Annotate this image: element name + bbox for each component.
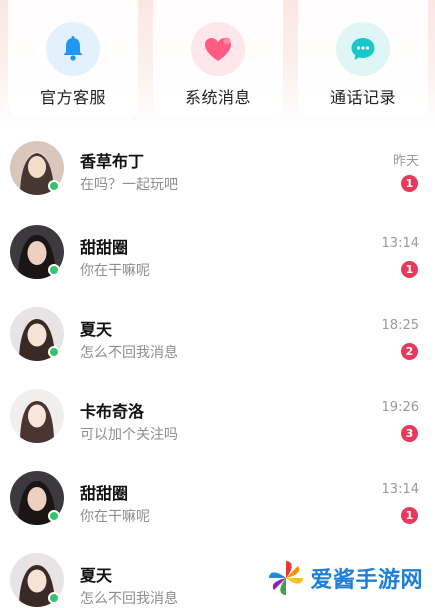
- contact-name: 香草布丁: [80, 152, 145, 171]
- customer-service-label: 官方客服: [39, 88, 106, 107]
- online-indicator: [48, 346, 60, 358]
- conversation-row[interactable]: 甜甜圈 你在干嘛呢 13:14 1: [0, 212, 435, 294]
- shortcut-bar: 官方客服 系统消息 通话记录: [8, 0, 428, 118]
- contact-name: 夏天: [80, 320, 113, 339]
- message-time: 18:25: [381, 318, 419, 333]
- message-time: 昨天: [392, 154, 419, 169]
- system-messages-label: 系统消息: [184, 88, 251, 107]
- last-message: 怎么不回我消息: [80, 591, 178, 607]
- last-message: 在吗？一起玩吧: [80, 177, 178, 193]
- unread-badge: 1: [401, 507, 418, 524]
- online-indicator: [48, 510, 60, 522]
- last-message: 怎么不回我消息: [80, 345, 178, 361]
- conversation-row[interactable]: 夏天 怎么不回我消息 18:25 2: [0, 294, 435, 376]
- conversation-row[interactable]: 甜甜圈 你在干嘛呢 13:14 1: [0, 458, 435, 540]
- conversation-list: 香草布丁 在吗？一起玩吧 昨天 1 甜甜圈 你在干嘛呢 13:14 1 夏天 怎…: [0, 130, 435, 608]
- system-messages-button[interactable]: 系统消息: [153, 0, 283, 118]
- online-indicator: [48, 592, 60, 604]
- unread-badge: 1: [401, 175, 418, 192]
- conversation-row[interactable]: 卡布奇洛 可以加个关注吗 19:26 3: [0, 376, 435, 458]
- contact-name: 甜甜圈: [80, 484, 129, 503]
- unread-badge: 3: [401, 425, 418, 442]
- unread-badge: 1: [401, 261, 418, 278]
- contact-name: 夏天: [80, 566, 113, 585]
- contact-name: 甜甜圈: [80, 238, 129, 257]
- customer-service-button[interactable]: 官方客服: [8, 0, 138, 118]
- unread-badge: 2: [401, 343, 418, 360]
- online-indicator: [48, 180, 60, 192]
- call-records-button[interactable]: 通话记录: [298, 0, 428, 118]
- conversation-row[interactable]: 香草布丁 在吗？一起玩吧 昨天 1: [0, 130, 435, 212]
- contact-name: 卡布奇洛: [80, 402, 145, 421]
- pinwheel-logo-icon: [269, 561, 304, 595]
- call-records-label: 通话记录: [329, 88, 396, 107]
- watermark-text: 爱酱手游网: [310, 568, 423, 593]
- avatar[interactable]: [10, 389, 64, 443]
- last-message: 你在干嘛呢: [80, 263, 150, 279]
- watermark: 爱酱手游网: [266, 556, 423, 600]
- message-time: 19:26: [381, 400, 419, 415]
- bell-icon: [46, 22, 100, 76]
- message-time: 13:14: [381, 482, 419, 497]
- online-indicator: [48, 264, 60, 276]
- message-time: 13:14: [381, 236, 419, 251]
- last-message: 可以加个关注吗: [80, 427, 178, 443]
- heart-icon: [191, 22, 245, 76]
- chat-bubble-icon: [336, 22, 390, 76]
- last-message: 你在干嘛呢: [80, 509, 150, 525]
